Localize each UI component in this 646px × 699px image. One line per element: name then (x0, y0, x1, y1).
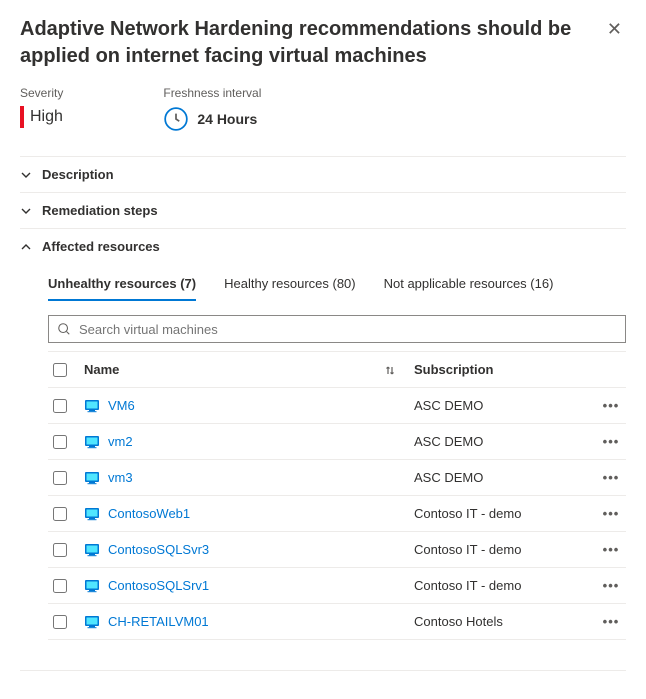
sort-icon[interactable] (384, 364, 396, 376)
resource-link[interactable]: ContosoSQLSrv1 (108, 578, 209, 593)
chevron-down-icon (20, 205, 32, 217)
freshness-block: Freshness interval 24 Hours (163, 86, 261, 132)
row-checkbox[interactable] (53, 399, 67, 413)
subscription-cell: ASC DEMO (414, 398, 584, 413)
severity-label: Severity (20, 86, 63, 100)
subscription-cell: Contoso IT - demo (414, 542, 584, 557)
vm-icon (84, 398, 100, 414)
table-row: CH-RETAILVM01 Contoso Hotels ••• (48, 604, 626, 640)
more-actions-icon[interactable]: ••• (596, 506, 626, 521)
table-row: ContosoSQLSrv1 Contoso IT - demo ••• (48, 568, 626, 604)
row-checkbox[interactable] (53, 579, 67, 593)
search-input[interactable] (77, 321, 617, 338)
vm-icon (84, 542, 100, 558)
more-actions-icon[interactable]: ••• (596, 614, 626, 629)
resource-link[interactable]: CH-RETAILVM01 (108, 614, 209, 629)
divider (20, 670, 626, 671)
severity-value: High (30, 108, 63, 126)
section-affected[interactable]: Affected resources (20, 229, 626, 264)
table-header: Name Subscription (48, 352, 626, 388)
table-row: ContosoWeb1 Contoso IT - demo ••• (48, 496, 626, 532)
table-row: VM6 ASC DEMO ••• (48, 388, 626, 424)
severity-bar-icon (20, 106, 24, 128)
page-title: Adaptive Network Hardening recommendatio… (20, 16, 603, 70)
section-remediation-title: Remediation steps (42, 203, 158, 218)
column-name[interactable]: Name (84, 362, 119, 377)
row-checkbox[interactable] (53, 543, 67, 557)
select-all-checkbox[interactable] (53, 363, 67, 377)
resources-table: Name Subscription VM6 ASC DEMO ••• vm2 A… (48, 351, 626, 640)
section-description-title: Description (42, 167, 114, 182)
subscription-cell: ASC DEMO (414, 470, 584, 485)
search-input-wrap[interactable] (48, 315, 626, 343)
chevron-down-icon (20, 169, 32, 181)
row-checkbox[interactable] (53, 435, 67, 449)
resource-link[interactable]: VM6 (108, 398, 135, 413)
search-icon (57, 322, 71, 336)
section-description[interactable]: Description (20, 157, 626, 192)
subscription-cell: Contoso Hotels (414, 614, 584, 629)
close-icon[interactable]: ✕ (603, 16, 626, 42)
row-checkbox[interactable] (53, 471, 67, 485)
severity-block: Severity High (20, 86, 63, 132)
resource-link[interactable]: ContosoSQLSvr3 (108, 542, 209, 557)
vm-icon (84, 470, 100, 486)
vm-icon (84, 614, 100, 630)
table-row: ContosoSQLSvr3 Contoso IT - demo ••• (48, 532, 626, 568)
more-actions-icon[interactable]: ••• (596, 398, 626, 413)
table-row: vm3 ASC DEMO ••• (48, 460, 626, 496)
freshness-value: 24 Hours (197, 111, 257, 127)
subscription-cell: ASC DEMO (414, 434, 584, 449)
more-actions-icon[interactable]: ••• (596, 434, 626, 449)
clock-icon (163, 106, 189, 132)
row-checkbox[interactable] (53, 507, 67, 521)
tab-unhealthy[interactable]: Unhealthy resources (7) (48, 276, 196, 301)
subscription-cell: Contoso IT - demo (414, 506, 584, 521)
vm-icon (84, 506, 100, 522)
tab-healthy[interactable]: Healthy resources (80) (224, 276, 356, 301)
table-row: vm2 ASC DEMO ••• (48, 424, 626, 460)
freshness-label: Freshness interval (163, 86, 261, 100)
resource-link[interactable]: vm2 (108, 434, 133, 449)
vm-icon (84, 434, 100, 450)
resource-link[interactable]: vm3 (108, 470, 133, 485)
tab-not-applicable[interactable]: Not applicable resources (16) (384, 276, 554, 301)
vm-icon (84, 578, 100, 594)
column-subscription[interactable]: Subscription (414, 362, 584, 377)
resource-link[interactable]: ContosoWeb1 (108, 506, 190, 521)
section-affected-title: Affected resources (42, 239, 160, 254)
row-checkbox[interactable] (53, 615, 67, 629)
subscription-cell: Contoso IT - demo (414, 578, 584, 593)
more-actions-icon[interactable]: ••• (596, 578, 626, 593)
more-actions-icon[interactable]: ••• (596, 470, 626, 485)
section-remediation[interactable]: Remediation steps (20, 193, 626, 228)
more-actions-icon[interactable]: ••• (596, 542, 626, 557)
chevron-up-icon (20, 241, 32, 253)
